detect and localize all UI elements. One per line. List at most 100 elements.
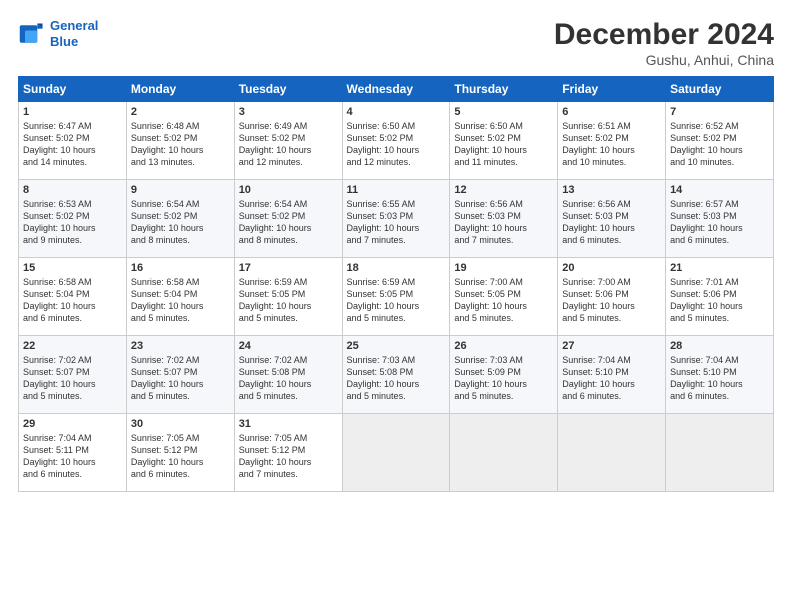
cell-info: Sunrise: 7:05 AM Sunset: 5:12 PM Dayligh… (239, 432, 338, 481)
cell-info: Sunrise: 7:03 AM Sunset: 5:08 PM Dayligh… (347, 354, 446, 403)
calendar-cell: 18Sunrise: 6:59 AM Sunset: 5:05 PM Dayli… (342, 258, 450, 336)
cell-info: Sunrise: 7:04 AM Sunset: 5:10 PM Dayligh… (562, 354, 661, 403)
day-number: 21 (670, 262, 769, 274)
cell-info: Sunrise: 7:02 AM Sunset: 5:07 PM Dayligh… (23, 354, 122, 403)
cell-info: Sunrise: 6:56 AM Sunset: 5:03 PM Dayligh… (562, 198, 661, 247)
day-number: 2 (131, 106, 230, 118)
cell-info: Sunrise: 7:00 AM Sunset: 5:06 PM Dayligh… (562, 276, 661, 325)
calendar-week-row: 22 Sunrise: 7:02 AM Sunset: 5:07 PM Dayli… (19, 336, 774, 414)
day-number: 22 (23, 340, 122, 352)
calendar: SundayMondayTuesdayWednesdayThursdayFrid… (18, 76, 774, 492)
header: General Blue December 2024 Gushu, Anhui,… (18, 18, 774, 68)
calendar-day-header: Monday (126, 77, 234, 102)
calendar-cell: 15Sunrise: 6:58 AM Sunset: 5:04 PM Dayli… (19, 258, 127, 336)
month-title: December 2024 (554, 18, 774, 52)
cell-info: Sunrise: 6:54 AM Sunset: 5:02 PM Dayligh… (239, 198, 338, 247)
calendar-cell: 6 Sunrise: 6:51 AM Sunset: 5:02 PM Daylig… (558, 102, 666, 180)
day-number: 14 (670, 184, 769, 196)
calendar-header-row: SundayMondayTuesdayWednesdayThursdayFrid… (19, 77, 774, 102)
calendar-week-row: 8Sunrise: 6:53 AM Sunset: 5:02 PM Daylig… (19, 180, 774, 258)
calendar-day-header: Saturday (666, 77, 774, 102)
day-number: 25 (347, 340, 446, 352)
cell-info: Sunrise: 6:57 AM Sunset: 5:03 PM Dayligh… (670, 198, 769, 247)
cell-info: Sunrise: 6:56 AM Sunset: 5:03 PM Dayligh… (454, 198, 553, 247)
calendar-cell: 17 Sunrise: 6:59 AM Sunset: 5:05 PM Dayli… (234, 258, 342, 336)
day-number: 9 (131, 184, 230, 196)
calendar-cell: 10Sunrise: 6:54 AM Sunset: 5:02 PM Dayli… (234, 180, 342, 258)
calendar-cell: 8Sunrise: 6:53 AM Sunset: 5:02 PM Daylig… (19, 180, 127, 258)
cell-info: Sunrise: 6:52 AM Sunset: 5:02 PM Dayligh… (670, 120, 769, 169)
calendar-cell: 23 Sunrise: 7:02 AM Sunset: 5:07 PM Dayli… (126, 336, 234, 414)
day-number: 16 (131, 262, 230, 274)
day-number: 1 (23, 106, 122, 118)
cell-info: Sunrise: 7:00 AM Sunset: 5:05 PM Dayligh… (454, 276, 553, 325)
calendar-day-header: Wednesday (342, 77, 450, 102)
calendar-cell: 29Sunrise: 7:04 AM Sunset: 5:11 PM Dayli… (19, 414, 127, 492)
calendar-day-header: Friday (558, 77, 666, 102)
logo-text: General Blue (50, 18, 98, 49)
calendar-cell: 19 Sunrise: 7:00 AM Sunset: 5:05 PM Dayli… (450, 258, 558, 336)
calendar-cell (450, 414, 558, 492)
cell-info: Sunrise: 7:01 AM Sunset: 5:06 PM Dayligh… (670, 276, 769, 325)
cell-info: Sunrise: 6:50 AM Sunset: 5:02 PM Dayligh… (347, 120, 446, 169)
day-number: 26 (454, 340, 553, 352)
calendar-day-header: Thursday (450, 77, 558, 102)
cell-info: Sunrise: 6:58 AM Sunset: 5:04 PM Dayligh… (23, 276, 122, 325)
day-number: 17 (239, 262, 338, 274)
calendar-cell: 26 Sunrise: 7:03 AM Sunset: 5:09 PM Dayli… (450, 336, 558, 414)
calendar-cell: 7 Sunrise: 6:52 AM Sunset: 5:02 PM Daylig… (666, 102, 774, 180)
calendar-cell: 11 Sunrise: 6:55 AM Sunset: 5:03 PM Dayli… (342, 180, 450, 258)
cell-info: Sunrise: 6:49 AM Sunset: 5:02 PM Dayligh… (239, 120, 338, 169)
day-number: 7 (670, 106, 769, 118)
cell-info: Sunrise: 6:59 AM Sunset: 5:05 PM Dayligh… (239, 276, 338, 325)
day-number: 19 (454, 262, 553, 274)
day-number: 31 (239, 418, 338, 430)
calendar-week-row: 1Sunrise: 6:47 AM Sunset: 5:02 PM Daylig… (19, 102, 774, 180)
day-number: 11 (347, 184, 446, 196)
cell-info: Sunrise: 7:02 AM Sunset: 5:07 PM Dayligh… (131, 354, 230, 403)
day-number: 24 (239, 340, 338, 352)
calendar-day-header: Tuesday (234, 77, 342, 102)
cell-info: Sunrise: 6:50 AM Sunset: 5:02 PM Dayligh… (454, 120, 553, 169)
calendar-week-row: 15Sunrise: 6:58 AM Sunset: 5:04 PM Dayli… (19, 258, 774, 336)
cell-info: Sunrise: 6:58 AM Sunset: 5:04 PM Dayligh… (131, 276, 230, 325)
calendar-cell: 31 Sunrise: 7:05 AM Sunset: 5:12 PM Dayli… (234, 414, 342, 492)
cell-info: Sunrise: 7:03 AM Sunset: 5:09 PM Dayligh… (454, 354, 553, 403)
day-number: 27 (562, 340, 661, 352)
day-number: 12 (454, 184, 553, 196)
calendar-week-row: 29Sunrise: 7:04 AM Sunset: 5:11 PM Dayli… (19, 414, 774, 492)
calendar-cell: 12 Sunrise: 6:56 AM Sunset: 5:03 PM Dayli… (450, 180, 558, 258)
cell-info: Sunrise: 7:04 AM Sunset: 5:11 PM Dayligh… (23, 432, 122, 481)
calendar-cell: 20 Sunrise: 7:00 AM Sunset: 5:06 PM Dayli… (558, 258, 666, 336)
logo-line2: Blue (50, 34, 78, 49)
calendar-cell: 27 Sunrise: 7:04 AM Sunset: 5:10 PM Dayli… (558, 336, 666, 414)
day-number: 18 (347, 262, 446, 274)
calendar-cell: 13 Sunrise: 6:56 AM Sunset: 5:03 PM Dayli… (558, 180, 666, 258)
calendar-cell (558, 414, 666, 492)
cell-info: Sunrise: 6:55 AM Sunset: 5:03 PM Dayligh… (347, 198, 446, 247)
cell-info: Sunrise: 6:51 AM Sunset: 5:02 PM Dayligh… (562, 120, 661, 169)
day-number: 30 (131, 418, 230, 430)
calendar-cell: 22 Sunrise: 7:02 AM Sunset: 5:07 PM Dayli… (19, 336, 127, 414)
calendar-cell: 4 Sunrise: 6:50 AM Sunset: 5:02 PM Daylig… (342, 102, 450, 180)
calendar-cell: 25 Sunrise: 7:03 AM Sunset: 5:08 PM Dayli… (342, 336, 450, 414)
day-number: 6 (562, 106, 661, 118)
day-number: 28 (670, 340, 769, 352)
day-number: 20 (562, 262, 661, 274)
day-number: 13 (562, 184, 661, 196)
cell-info: Sunrise: 7:05 AM Sunset: 5:12 PM Dayligh… (131, 432, 230, 481)
calendar-cell: 28 Sunrise: 7:04 AM Sunset: 5:10 PM Dayli… (666, 336, 774, 414)
cell-info: Sunrise: 6:54 AM Sunset: 5:02 PM Dayligh… (131, 198, 230, 247)
cell-info: Sunrise: 7:04 AM Sunset: 5:10 PM Dayligh… (670, 354, 769, 403)
location: Gushu, Anhui, China (554, 52, 774, 68)
logo: General Blue (18, 18, 98, 49)
cell-info: Sunrise: 6:53 AM Sunset: 5:02 PM Dayligh… (23, 198, 122, 247)
day-number: 4 (347, 106, 446, 118)
calendar-cell (342, 414, 450, 492)
logo-icon (18, 20, 46, 48)
calendar-cell: 2Sunrise: 6:48 AM Sunset: 5:02 PM Daylig… (126, 102, 234, 180)
title-block: December 2024 Gushu, Anhui, China (554, 18, 774, 68)
calendar-cell: 16 Sunrise: 6:58 AM Sunset: 5:04 PM Dayli… (126, 258, 234, 336)
calendar-cell: 5Sunrise: 6:50 AM Sunset: 5:02 PM Daylig… (450, 102, 558, 180)
day-number: 23 (131, 340, 230, 352)
